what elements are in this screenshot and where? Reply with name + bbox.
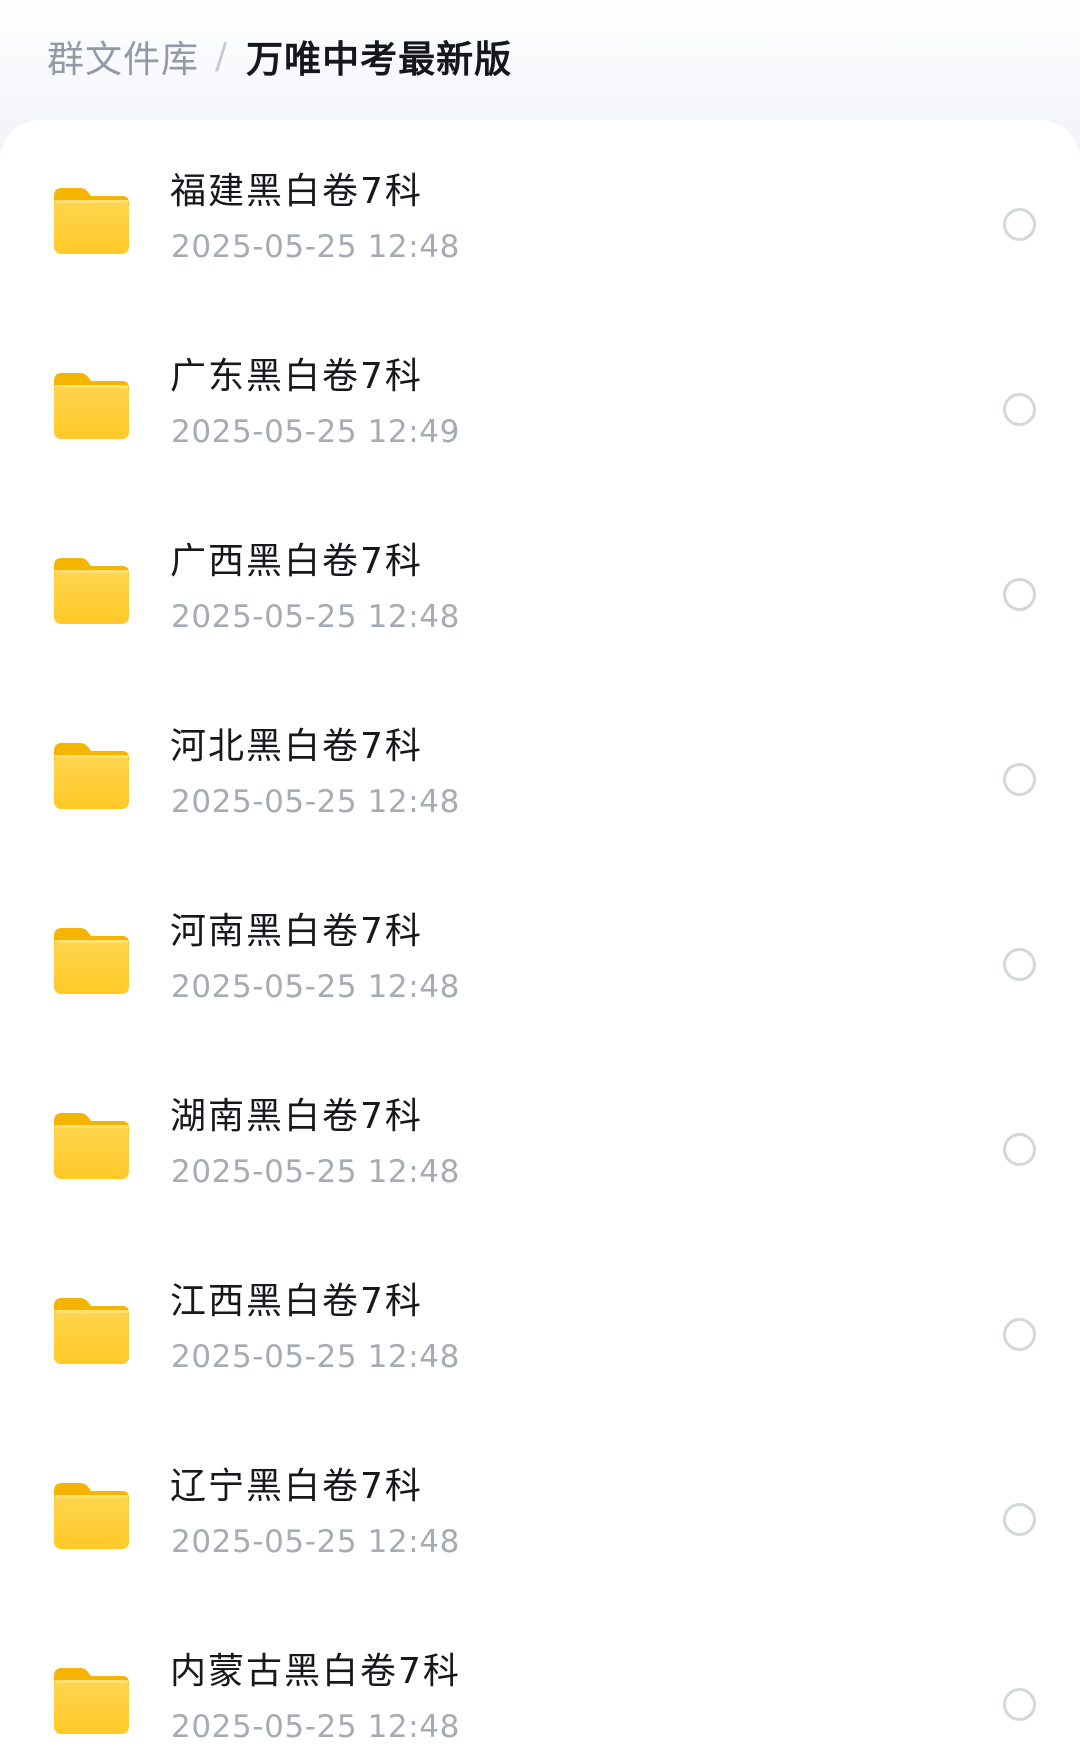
file-list: 福建黑白卷7科 2025-05-25 12:48 广东黑白卷7科 2025-05… [0, 120, 1080, 1760]
folder-icon [52, 371, 131, 441]
file-name: 福建黑白卷7科 [170, 171, 423, 212]
file-name: 河北黑白卷7科 [170, 726, 423, 767]
file-name: 河南黑白卷7科 [170, 911, 423, 952]
folder-icon [52, 741, 131, 811]
list-item[interactable]: 辽宁黑白卷7科 2025-05-25 12:48 [0, 1415, 1080, 1600]
file-list-panel: 福建黑白卷7科 2025-05-25 12:48 广东黑白卷7科 2025-05… [0, 120, 1080, 1760]
file-time: 2025-05-25 12:48 [171, 229, 460, 265]
folder-icon [52, 926, 131, 996]
select-radio[interactable] [1003, 208, 1036, 241]
select-radio[interactable] [1003, 393, 1036, 426]
select-radio[interactable] [1003, 948, 1036, 981]
folder-icon [52, 1666, 131, 1736]
select-radio[interactable] [1003, 1318, 1036, 1351]
file-time: 2025-05-25 12:48 [171, 1339, 460, 1375]
file-time: 2025-05-25 12:48 [171, 1524, 460, 1560]
file-time: 2025-05-25 12:48 [171, 969, 460, 1005]
folder-icon [52, 186, 131, 256]
list-item[interactable]: 广西黑白卷7科 2025-05-25 12:48 [0, 490, 1080, 675]
file-time: 2025-05-25 12:48 [171, 784, 460, 820]
breadcrumb-current: 万唯中考最新版 [246, 38, 513, 81]
select-radio[interactable] [1003, 578, 1036, 611]
file-name: 湖南黑白卷7科 [170, 1096, 423, 1137]
list-item[interactable]: 河南黑白卷7科 2025-05-25 12:48 [0, 860, 1080, 1045]
list-item[interactable]: 广东黑白卷7科 2025-05-25 12:49 [0, 305, 1080, 490]
list-item[interactable]: 河北黑白卷7科 2025-05-25 12:48 [0, 675, 1080, 860]
breadcrumb-parent-link[interactable]: 群文件库 [47, 29, 199, 83]
select-radio[interactable] [1003, 1688, 1036, 1721]
file-time: 2025-05-25 12:48 [171, 1154, 460, 1190]
file-time: 2025-05-25 12:48 [171, 1709, 460, 1745]
select-radio[interactable] [1003, 1503, 1036, 1536]
list-item[interactable]: 福建黑白卷7科 2025-05-25 12:48 [0, 120, 1080, 305]
breadcrumb-separator: / [215, 35, 229, 77]
file-name: 广西黑白卷7科 [170, 541, 423, 582]
file-name: 广东黑白卷7科 [170, 356, 423, 397]
select-radio[interactable] [1003, 763, 1036, 796]
header: 群文件库 / 万唯中考最新版 [0, 0, 1080, 125]
list-item[interactable]: 内蒙古黑白卷7科 2025-05-25 12:48 [0, 1600, 1080, 1760]
file-name: 辽宁黑白卷7科 [170, 1466, 423, 1507]
breadcrumb: 群文件库 / 万唯中考最新版 [47, 28, 512, 84]
file-name: 江西黑白卷7科 [170, 1281, 423, 1322]
file-time: 2025-05-25 12:49 [171, 414, 460, 450]
list-item[interactable]: 湖南黑白卷7科 2025-05-25 12:48 [0, 1045, 1080, 1230]
select-radio[interactable] [1003, 1133, 1036, 1166]
folder-icon [52, 1111, 131, 1181]
folder-icon [52, 556, 131, 626]
list-item[interactable]: 江西黑白卷7科 2025-05-25 12:48 [0, 1230, 1080, 1415]
file-time: 2025-05-25 12:48 [171, 599, 460, 635]
file-name: 内蒙古黑白卷7科 [170, 1651, 461, 1692]
folder-icon [52, 1481, 131, 1551]
folder-icon [52, 1296, 131, 1366]
